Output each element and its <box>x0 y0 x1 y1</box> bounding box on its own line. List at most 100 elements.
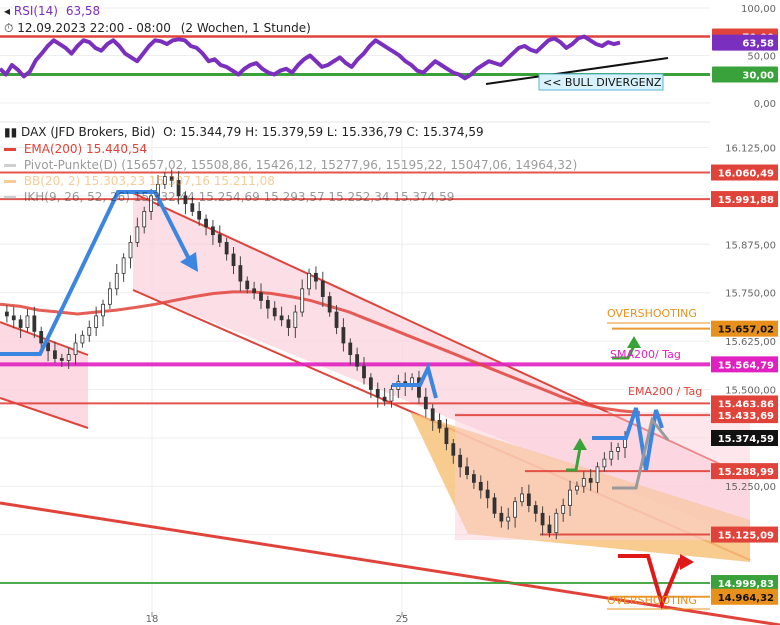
candle-body <box>39 330 44 344</box>
candle-body <box>114 272 119 290</box>
rsi-value: 63,58 <box>65 4 101 18</box>
candle-body <box>293 311 298 328</box>
ohlc-values: O: 15.344,79 H: 15.379,59 L: 15.336,79 C… <box>163 125 484 139</box>
bb-legend: BB(20, 2) 15.303,23 15.307,16 15.211,08 <box>4 174 275 188</box>
green-arrow-head-2 <box>627 336 641 348</box>
rsi-legend: ◂ RSI(14) 63,58 <box>4 4 100 18</box>
ikh-legend-icon <box>4 196 16 199</box>
candle-body <box>554 512 559 534</box>
candle-body <box>458 454 463 468</box>
rsi-period: (2 Wochen, 1 Stunde) <box>180 21 311 35</box>
bar-chart-icon: ▮▮ <box>4 125 18 139</box>
price-level-tag-label: 16.060,49 <box>718 169 774 180</box>
candle-body <box>238 265 243 282</box>
candle-body <box>609 450 614 460</box>
ikh-legend-text: IKH(9, 26, 52, 26) 15.332,44 15.254,69 1… <box>23 190 455 204</box>
candle-body <box>478 481 483 491</box>
candle-body <box>224 241 229 255</box>
candle-body <box>272 307 277 317</box>
candle-body <box>533 505 538 514</box>
candle-body <box>506 516 511 522</box>
rsi-gridlines: 100,0070,0050,0030,000,00 <box>0 4 776 110</box>
candle-body <box>526 493 531 506</box>
price-level-tag-label: 15.991,88 <box>718 195 774 206</box>
ema-legend-text: EMA(200) 15.440,54 <box>23 142 148 156</box>
pivot-legend-icon <box>4 164 16 167</box>
candle-body <box>245 280 250 290</box>
candle-body <box>307 272 311 290</box>
candle-body <box>513 501 518 518</box>
ema200-tag-label: EMA200 / Tag <box>628 385 702 398</box>
rsi-value-tag-label: 30,00 <box>742 71 774 82</box>
sma200-tag-label: SMA200/ Tag <box>610 348 681 361</box>
price-tick-label: 15.625,00 <box>725 337 776 348</box>
candle-body <box>252 288 257 294</box>
candle-body <box>11 315 16 321</box>
rsi-tick-label: 50,00 <box>747 52 776 63</box>
price-level-tag-label: 15.433,69 <box>718 411 774 422</box>
candle-body <box>595 466 600 483</box>
price-tick-label: 15.750,00 <box>725 289 776 300</box>
candle-body <box>602 458 607 468</box>
candle-body <box>355 354 360 367</box>
price-pane: 1825 16.125,0016.000,0015.875,0015.750,0… <box>0 134 780 625</box>
candle-body <box>499 512 504 522</box>
x-tick-label: 18 <box>146 614 159 625</box>
overshooting-top-label: OVERSHOOTING <box>607 307 697 320</box>
clock-icon: ⏱ <box>4 21 14 35</box>
candle-body <box>25 315 30 328</box>
candle-body <box>66 354 71 361</box>
rsi-tick-label: 100,00 <box>741 4 776 15</box>
candle-body <box>211 226 215 236</box>
candle-body <box>59 358 64 361</box>
candle-body <box>101 303 105 317</box>
candle-body <box>547 524 552 534</box>
candle-body <box>73 342 78 356</box>
chart-canvas: 100,0070,0050,0030,000,00 70,0063,5830,0… <box>0 4 780 625</box>
candle-body <box>362 365 366 379</box>
target-box <box>455 412 750 540</box>
candle-body <box>451 443 456 456</box>
price-tick-label: 15.875,00 <box>725 240 776 251</box>
candle-body <box>616 447 621 452</box>
candle-body <box>581 478 586 487</box>
candle-body <box>375 389 380 398</box>
price-level-tag-label: 15.374,59 <box>718 434 774 445</box>
candle-body <box>259 292 263 301</box>
overshooting-bottom-label: OVERSHOOTING <box>607 594 697 607</box>
price-level-tag-label: 14.964,32 <box>718 593 774 604</box>
candle-body <box>204 218 208 228</box>
pivot-legend: Pivot-Punkte(D) (15657,02, 15508,86, 154… <box>4 158 577 172</box>
bull-divergence-label: << BULL DIVERGENZ <box>543 76 662 89</box>
bb-legend-icon <box>4 180 16 183</box>
rsi-series-line <box>0 34 621 81</box>
candle-body <box>430 408 435 421</box>
candle-body <box>53 350 57 359</box>
candle-body <box>107 288 112 305</box>
candle-body <box>94 315 99 328</box>
candle-body <box>197 211 202 220</box>
candle-body <box>217 234 222 243</box>
candle-body <box>80 334 85 344</box>
candle-body <box>46 342 50 352</box>
candle-body <box>128 241 133 259</box>
candle-body <box>437 420 442 429</box>
candle-body <box>231 253 236 266</box>
candle-body <box>87 327 92 336</box>
candle-body <box>382 396 387 402</box>
rsi-date-legend: ⏱ 12.09.2023 22:00 - 08:00 (2 Wochen, 1 … <box>4 21 311 36</box>
candle-body <box>368 377 373 390</box>
red-arrow-head <box>680 554 694 570</box>
candle-body <box>348 342 353 356</box>
candle-body <box>300 288 305 313</box>
x-axis-ticks: 18 25 <box>146 612 409 625</box>
candle-body <box>4 311 9 317</box>
candle-body <box>485 489 490 499</box>
rsi-legend-marker: ◂ <box>4 4 11 18</box>
candle-body <box>472 474 476 483</box>
candle-body <box>444 427 449 445</box>
x-tick-label: 25 <box>396 614 409 625</box>
instrument-name: DAX (JFD Brokers, Bid) <box>21 125 156 139</box>
rsi-date-range: 12.09.2023 22:00 - 08:00 <box>17 21 171 35</box>
candle-body <box>492 497 497 514</box>
